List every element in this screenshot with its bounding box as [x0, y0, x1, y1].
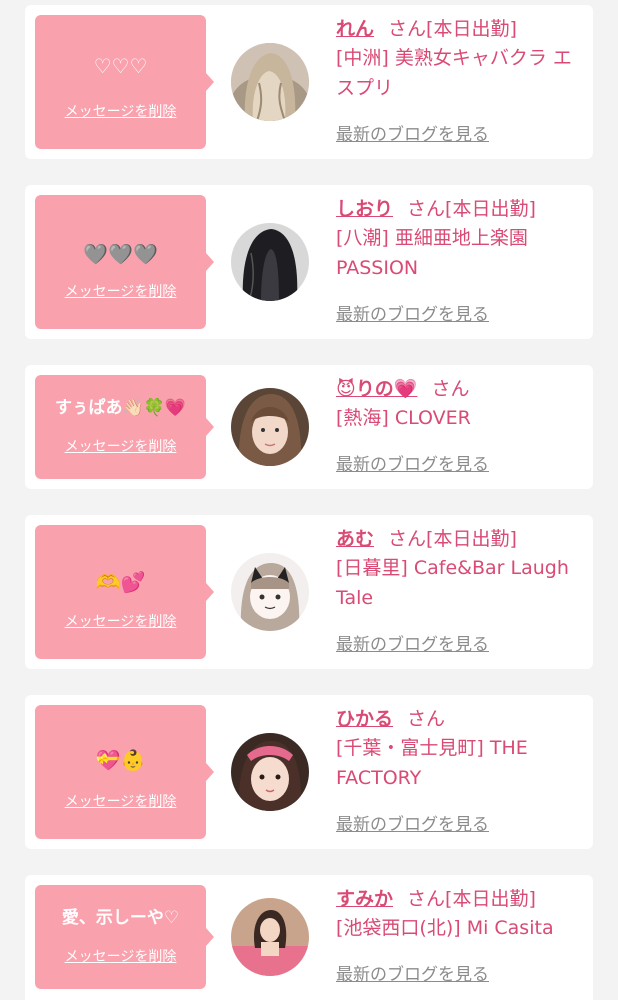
avatar[interactable] — [231, 553, 309, 631]
delete-message-link[interactable]: メッセージを削除 — [35, 793, 206, 811]
avatar[interactable] — [231, 733, 309, 811]
latest-blog-link[interactable]: 最新のブログを見る — [336, 304, 489, 326]
latest-blog-link[interactable]: 最新のブログを見る — [336, 634, 489, 656]
girl-name-link[interactable]: あむ — [336, 528, 374, 550]
message-card: すぅぱあ👋🏻🍀💗 メッセージを削除 😈りの💗 さん [熱海] CLOVER 最新の… — [25, 365, 593, 489]
girl-info: れん さん[本日出勤] [中洲] 美熟女キャバクラ エスプリ — [336, 15, 583, 103]
shop-name: [池袋西口(北)] Mi Casita — [336, 917, 554, 939]
honorific: さん — [407, 198, 446, 220]
girl-info: しおり さん[本日出勤] [八潮] 亜細亜地上楽園 PASSION — [336, 195, 583, 283]
message-bubble: 愛、示しーや♡ メッセージを削除 — [35, 885, 214, 989]
message-bubble: 🫶💕 メッセージを削除 — [35, 525, 214, 659]
delete-message-link[interactable]: メッセージを削除 — [35, 103, 206, 121]
avatar-photo — [231, 223, 309, 301]
message-text: ♡♡♡ — [93, 54, 148, 78]
message-bubble: 🩶🩶🩶 メッセージを削除 — [35, 195, 214, 329]
girl-info: すみか さん[本日出勤] [池袋西口(北)] Mi Casita — [336, 885, 583, 943]
message-text: 🩶🩶🩶 — [83, 242, 158, 266]
message-card: 💝👶 メッセージを削除 ひかる さん [千葉・富士見町] THE FACTORY … — [25, 695, 593, 849]
delete-message-link[interactable]: メッセージを削除 — [35, 283, 206, 301]
girl-name-link[interactable]: れん — [336, 18, 374, 40]
work-status: [本日出勤] — [426, 18, 517, 40]
delete-message-link[interactable]: メッセージを削除 — [35, 438, 206, 456]
latest-blog-link[interactable]: 最新のブログを見る — [336, 964, 489, 986]
message-card: 愛、示しーや♡ メッセージを削除 すみか さん[本日出勤] [池袋西口(北)] M… — [25, 875, 593, 1000]
avatar-photo — [231, 553, 309, 631]
shop-name: [日暮里] Cafe&Bar Laugh Tale — [336, 557, 569, 609]
girl-info: あむ さん[本日出勤] [日暮里] Cafe&Bar Laugh Tale — [336, 525, 583, 613]
message-bubble: 💝👶 メッセージを削除 — [35, 705, 214, 839]
message-bubble: ♡♡♡ メッセージを削除 — [35, 15, 214, 149]
message-text: すぅぱあ👋🏻🍀💗 — [55, 398, 186, 418]
shop-name: [八潮] 亜細亜地上楽園 PASSION — [336, 227, 528, 279]
honorific: さん — [407, 888, 446, 910]
girl-name-link[interactable]: しおり — [336, 198, 393, 220]
honorific: さん — [388, 18, 427, 40]
message-text: 🫶💕 — [95, 570, 146, 594]
delete-message-link[interactable]: メッセージを削除 — [35, 948, 206, 966]
work-status: [本日出勤] — [426, 528, 517, 550]
avatar[interactable] — [231, 898, 309, 976]
avatar[interactable] — [231, 43, 309, 121]
message-card: 🫶💕 メッセージを削除 あむ さん[本日出勤] [日暮里] Cafe&Bar La… — [25, 515, 593, 669]
honorific: さん — [431, 378, 470, 400]
girl-name-link[interactable]: ひかる — [336, 708, 393, 730]
delete-message-link[interactable]: メッセージを削除 — [35, 613, 206, 631]
honorific: さん — [388, 528, 427, 550]
latest-blog-link[interactable]: 最新のブログを見る — [336, 814, 489, 836]
girl-name-link[interactable]: すみか — [336, 888, 393, 910]
honorific: さん — [407, 708, 446, 730]
message-text: 💝👶 — [95, 748, 146, 772]
shop-name: [熱海] CLOVER — [336, 407, 471, 429]
avatar-photo — [231, 733, 309, 811]
avatar[interactable] — [231, 223, 309, 301]
latest-blog-link[interactable]: 最新のブログを見る — [336, 124, 489, 146]
work-status: [本日出勤] — [445, 888, 536, 910]
work-status: [本日出勤] — [445, 198, 536, 220]
message-text: 愛、示しーや♡ — [61, 908, 180, 928]
avatar-photo — [231, 43, 309, 121]
message-bubble: すぅぱあ👋🏻🍀💗 メッセージを削除 — [35, 375, 214, 479]
shop-name: [千葉・富士見町] THE FACTORY — [336, 737, 528, 789]
message-card: ♡♡♡ メッセージを削除 れん さん[本日出勤] [中洲] 美熟女キャバクラ エス… — [25, 5, 593, 159]
latest-blog-link[interactable]: 最新のブログを見る — [336, 454, 489, 476]
girl-name-link[interactable]: 😈りの💗 — [336, 378, 417, 400]
girl-info: ひかる さん [千葉・富士見町] THE FACTORY — [336, 705, 583, 793]
message-card: 🩶🩶🩶 メッセージを削除 しおり さん[本日出勤] [八潮] 亜細亜地上楽園 PA… — [25, 185, 593, 339]
girl-info: 😈りの💗 さん [熱海] CLOVER — [336, 375, 583, 433]
shop-name: [中洲] 美熟女キャバクラ エスプリ — [336, 47, 572, 99]
avatar[interactable] — [231, 388, 309, 466]
avatar-photo — [231, 388, 309, 466]
avatar-photo — [231, 898, 309, 976]
